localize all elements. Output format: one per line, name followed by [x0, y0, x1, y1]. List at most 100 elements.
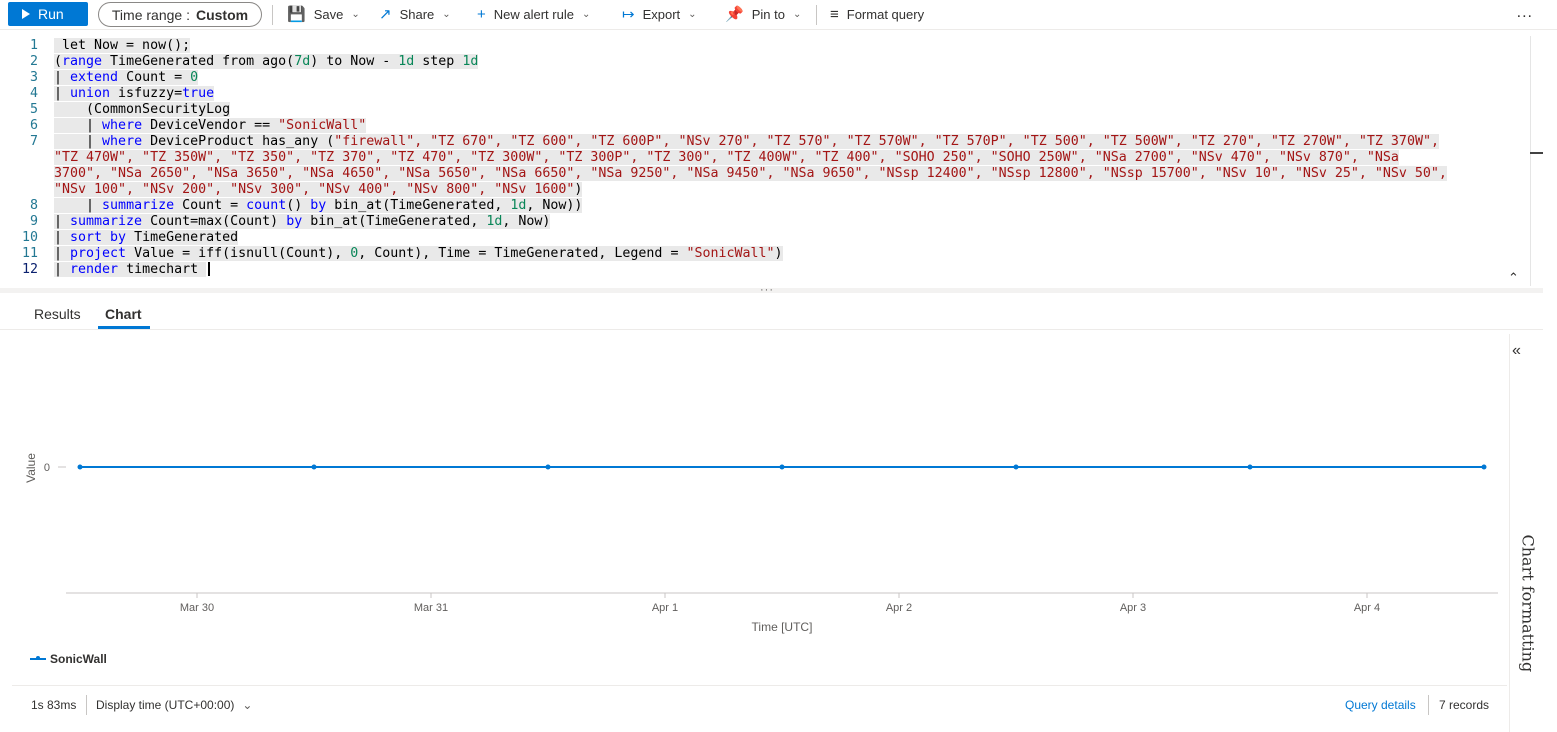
- data-point[interactable]: [1013, 464, 1019, 470]
- line-number: 12: [21, 262, 38, 277]
- expand-panel-icon[interactable]: «: [1512, 342, 1521, 360]
- code-line: | extend Count = 0: [54, 70, 199, 85]
- line-number: 9: [29, 214, 38, 229]
- time-range-button[interactable]: Time range : Custom: [98, 2, 262, 27]
- share-label: Share: [399, 6, 435, 22]
- code-line: "NSv 100", "NSv 200", "NSv 300", "NSv 40…: [54, 182, 583, 197]
- records-count: 7 records: [1439, 698, 1490, 712]
- y-axis-label: Value: [24, 453, 38, 483]
- code-line: | summarize Count = count() by bin_at(Ti…: [54, 198, 583, 213]
- x-tick-label: Mar 31: [414, 602, 448, 614]
- run-button[interactable]: Run: [8, 2, 88, 26]
- line-number: 5: [29, 102, 38, 117]
- line-number: 6: [29, 118, 38, 133]
- play-icon: [22, 9, 30, 19]
- chevron-down-icon: ⌄: [442, 8, 451, 20]
- share-button[interactable]: ↗ Share ⌄: [379, 0, 451, 28]
- code-line: "TZ 470W", "TZ 350W", "TZ 350", "TZ 370"…: [54, 150, 1399, 165]
- scrollbar-marker: [1530, 152, 1543, 154]
- run-label: Run: [38, 6, 64, 22]
- pin-icon: 📌: [725, 6, 744, 23]
- chevron-down-icon: ⌄: [351, 8, 360, 20]
- data-point[interactable]: [545, 464, 551, 470]
- plus-icon: +: [477, 5, 486, 23]
- tab-chart[interactable]: Chart: [105, 306, 142, 322]
- code-line: | where DeviceVendor == "SonicWall": [54, 118, 367, 133]
- query-duration: 1s 83ms: [31, 698, 77, 712]
- toolbar-divider: [816, 5, 817, 25]
- query-toolbar: Run Time range : Custom 💾 Save ⌄ ↗ Share…: [0, 0, 1557, 30]
- data-point[interactable]: [1481, 464, 1487, 470]
- code-line: | sort by TimeGenerated: [54, 230, 239, 245]
- result-tabs: Results Chart: [0, 300, 1543, 330]
- new-alert-label: New alert rule: [493, 6, 574, 22]
- editor-scrollbar[interactable]: [1530, 36, 1531, 286]
- code-line: | render timechart: [54, 262, 211, 278]
- format-query-button[interactable]: ≡ Format query: [830, 0, 924, 28]
- x-tick-label: Mar 30: [180, 602, 214, 614]
- chart-formatting-label[interactable]: Chart formatting: [1519, 535, 1538, 673]
- code-line: (CommonSecurityLog: [54, 102, 231, 117]
- code-line: 3700", "NSa 2650", "NSa 3650", "NSa 4650…: [54, 166, 1447, 181]
- collapse-editor-icon[interactable]: ⌃: [1508, 270, 1519, 286]
- code-line: | union isfuzzy=true: [54, 86, 215, 101]
- display-time-dropdown[interactable]: Display time (UTC+00:00) ⌄: [96, 698, 252, 712]
- x-tick-label: Apr 2: [886, 602, 912, 614]
- line-number: 7: [29, 134, 38, 149]
- timechart: Value Time [UTC] 0 Mar 30 Mar 31 Apr 1 Apr 2…: [0, 332, 1508, 682]
- time-range-value: Custom: [195, 6, 249, 23]
- code-line: | where DeviceProduct has_any ("firewall…: [54, 134, 1439, 149]
- chart-formatting-panel[interactable]: [1509, 334, 1543, 732]
- chevron-down-icon: ⌄: [242, 698, 253, 712]
- save-icon: 💾: [287, 6, 306, 23]
- line-number: 3: [29, 70, 38, 85]
- chart-legend[interactable]: SonicWall: [30, 652, 107, 666]
- data-point[interactable]: [311, 464, 317, 470]
- tab-results[interactable]: Results: [34, 306, 81, 322]
- time-range-label: Time range :: [111, 6, 190, 23]
- active-tab-indicator: [98, 326, 150, 329]
- chevron-down-icon: ⌄: [688, 8, 697, 20]
- data-point[interactable]: [1247, 464, 1253, 470]
- toolbar-divider: [272, 5, 273, 25]
- export-icon: ↦: [622, 6, 635, 23]
- footer-divider: [1428, 695, 1429, 715]
- more-options-button[interactable]: ...: [1517, 4, 1533, 22]
- x-tick-label: Apr 4: [1354, 602, 1380, 614]
- save-label: Save: [313, 6, 344, 22]
- display-time-label: Display time (UTC+00:00): [96, 698, 235, 712]
- chevron-down-icon: ⌄: [792, 8, 802, 20]
- line-number: 8: [29, 198, 38, 213]
- legend-swatch: [30, 656, 46, 660]
- line-number: 2: [29, 54, 38, 69]
- x-tick-label: Apr 1: [652, 602, 678, 614]
- format-icon: ≡: [830, 5, 839, 23]
- splitter-grip-icon[interactable]: ···: [760, 284, 774, 296]
- line-number: 4: [29, 86, 38, 101]
- data-point[interactable]: [77, 464, 83, 470]
- line-number: 1: [29, 38, 38, 53]
- share-icon: ↗: [379, 6, 392, 23]
- code-line: (range TimeGenerated from ago(7d) to Now…: [54, 54, 479, 69]
- format-label: Format query: [846, 6, 925, 22]
- text-cursor: [208, 262, 211, 276]
- save-button[interactable]: 💾 Save ⌄: [287, 0, 360, 28]
- x-tick-label: Apr 3: [1120, 602, 1146, 614]
- pin-to-button[interactable]: 📌 Pin to ⌄: [725, 0, 801, 28]
- export-button[interactable]: ↦ Export ⌄: [622, 0, 697, 28]
- export-label: Export: [642, 6, 681, 22]
- new-alert-rule-button[interactable]: + New alert rule ⌄: [477, 0, 590, 28]
- query-details-link[interactable]: Query details: [1345, 698, 1416, 712]
- code-line: | project Value = iff(isnull(Count), 0, …: [54, 246, 783, 261]
- x-axis-label: Time [UTC]: [752, 620, 813, 634]
- data-point[interactable]: [779, 464, 785, 470]
- line-number: 10: [21, 230, 38, 245]
- line-number: 11: [21, 246, 38, 261]
- code-line: | summarize Count=max(Count) by bin_at(T…: [54, 214, 551, 229]
- chevron-down-icon: ⌄: [581, 8, 591, 20]
- legend-series-name: SonicWall: [50, 652, 107, 666]
- status-bar: 1s 83ms Display time (UTC+00:00) ⌄ Query…: [12, 685, 1507, 732]
- pin-label: Pin to: [751, 6, 785, 22]
- chart-svg: Value Time [UTC] 0 Mar 30 Mar 31 Apr 1 Apr 2…: [24, 453, 1498, 634]
- query-editor[interactable]: 1 2 3 4 5 6 7 8 9 10 11 12 let Now = now…: [0, 36, 1543, 288]
